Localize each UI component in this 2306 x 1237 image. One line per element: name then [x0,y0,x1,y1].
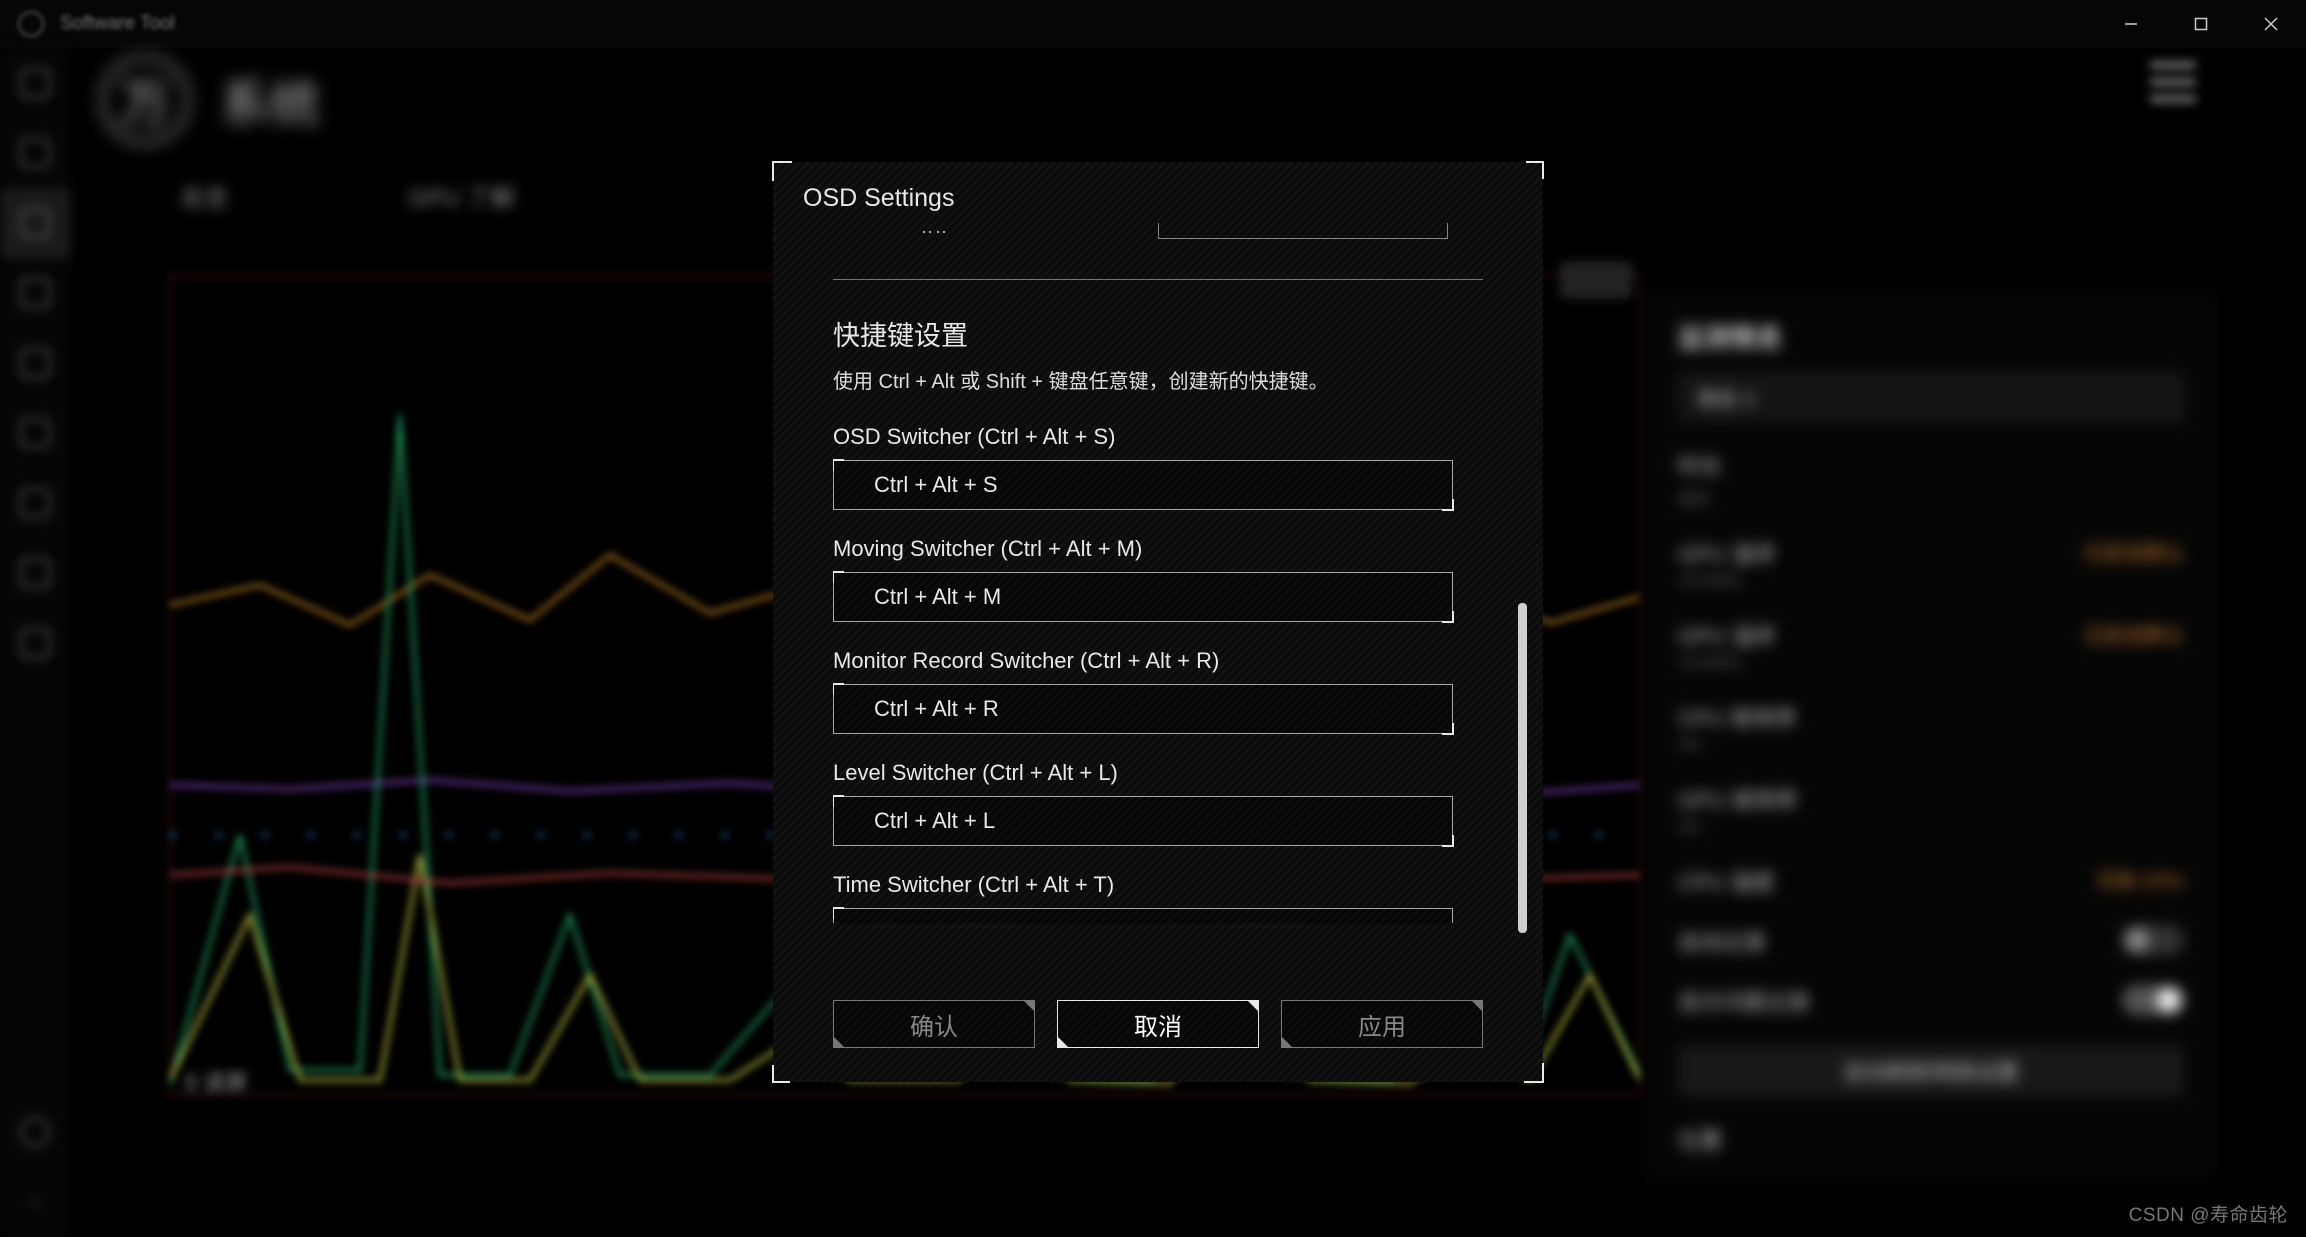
hotkey-section-note: 使用 Ctrl + Alt 或 Shift + 键盘任意键，创建新的快捷键。 [833,365,1483,394]
osd-settings-dialog: OSD Settings ‥‥ 快捷键设置 使用 Ctrl + Alt 或 Sh… [773,162,1543,1082]
level-switcher-input[interactable] [833,796,1453,846]
hotkey-section-title: 快捷键设置 [833,314,1483,353]
monitor-switcher-input[interactable] [833,684,1453,734]
monitor-switcher-label: Monitor Record Switcher (Ctrl + Alt + R) [833,648,1483,674]
partial-field-box[interactable] [1158,223,1448,239]
time-switcher-input[interactable] [833,908,1453,923]
level-switcher-label: Level Switcher (Ctrl + Alt + L) [833,760,1483,786]
watermark: CSDN @寿命齿轮 [2129,1200,2288,1227]
section-divider [833,279,1483,280]
dialog-scrollbar[interactable] [1518,305,1527,933]
dialog-title: OSD Settings [773,162,1543,223]
moving-switcher-label: Moving Switcher (Ctrl + Alt + M) [833,536,1483,562]
time-switcher-label: Time Switcher (Ctrl + Alt + T) [833,872,1483,898]
ellipsis-icon: ‥‥ [921,223,949,238]
osd-switcher-input[interactable] [833,460,1453,510]
osd-switcher-label: OSD Switcher (Ctrl + Alt + S) [833,424,1483,450]
ok-button[interactable]: 确认 [833,1000,1035,1048]
cancel-button[interactable]: 取消 [1057,1000,1259,1048]
scrollbar-thumb[interactable] [1518,603,1527,933]
moving-switcher-input[interactable] [833,572,1453,622]
apply-button[interactable]: 应用 [1281,1000,1483,1048]
